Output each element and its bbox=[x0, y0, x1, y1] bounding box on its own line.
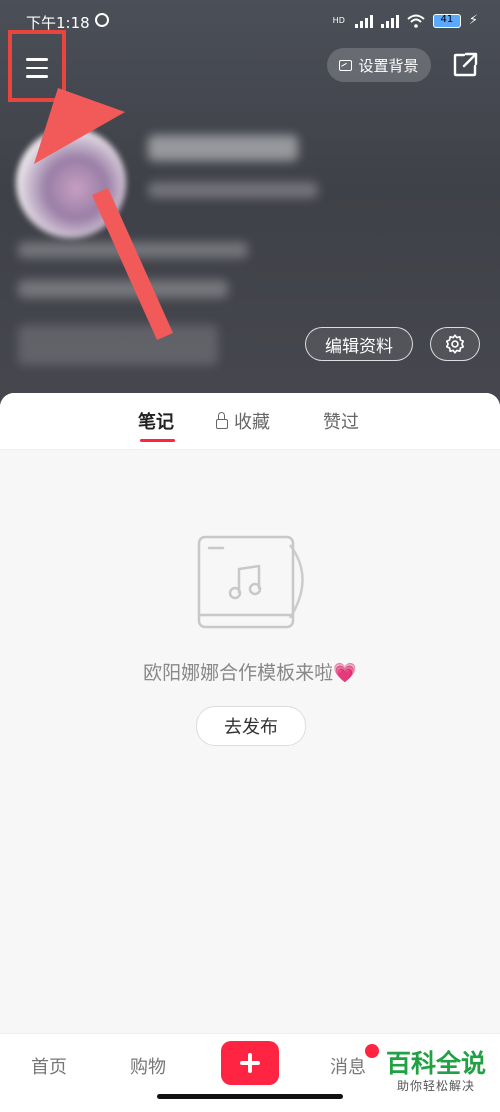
signal-icon bbox=[354, 14, 373, 28]
watermark-subtitle: 助你轻松解决 bbox=[396, 1079, 475, 1093]
wifi-icon bbox=[407, 14, 425, 28]
battery-level: 41 bbox=[440, 13, 454, 25]
create-post-button[interactable] bbox=[221, 1041, 279, 1085]
blurred-user-id bbox=[148, 182, 318, 198]
set-background-label: 设置背景 bbox=[358, 56, 419, 75]
image-icon bbox=[339, 59, 353, 71]
watermark-title: 百科全说 bbox=[385, 1049, 486, 1078]
bottom-navigation: 首页 购物 消息 百科全说 助你轻松解决 bbox=[0, 1033, 500, 1112]
nav-messages[interactable]: 消息 bbox=[330, 1053, 366, 1079]
nav-home[interactable]: 首页 bbox=[31, 1053, 67, 1079]
home-indicator[interactable] bbox=[157, 1094, 343, 1099]
blurred-username bbox=[148, 135, 298, 161]
heart-emoji: 💗 bbox=[333, 662, 357, 684]
active-tab-indicator bbox=[140, 439, 175, 442]
profile-tabs: 笔记 收藏 赞过 bbox=[0, 393, 500, 450]
blurred-bio bbox=[18, 242, 248, 258]
empty-state-message: 欧阳娜娜合作模板来啦💗 bbox=[0, 658, 500, 685]
charging-icon: ⚡ bbox=[468, 13, 478, 28]
profile-header: 下午1:18 HD 41 ⚡ 设置背景 编辑资料 bbox=[0, 0, 500, 420]
set-background-button[interactable]: 设置背景 bbox=[327, 48, 431, 82]
lock-icon bbox=[216, 411, 228, 429]
edit-profile-button[interactable]: 编辑资料 bbox=[305, 327, 413, 361]
tab-favorites[interactable]: 收藏 bbox=[216, 408, 270, 434]
content-card: 笔记 收藏 赞过 欧阳娜娜合作模板来啦💗 去发布 bbox=[0, 393, 500, 1033]
gear-icon bbox=[445, 334, 465, 354]
status-bar: 下午1:18 HD 41 ⚡ bbox=[0, 0, 500, 44]
battery-icon: 41 bbox=[432, 13, 461, 28]
avatar[interactable] bbox=[16, 128, 126, 238]
blurred-tags bbox=[18, 280, 228, 298]
music-album-icon bbox=[197, 535, 304, 629]
watermark: 百科全说 助你轻松解决 bbox=[376, 1050, 496, 1094]
tab-notes-label: 笔记 bbox=[138, 412, 174, 433]
share-icon[interactable] bbox=[452, 52, 478, 78]
alarm-icon bbox=[95, 13, 109, 27]
nav-shop[interactable]: 购物 bbox=[130, 1053, 166, 1079]
publish-button[interactable]: 去发布 bbox=[196, 706, 306, 746]
settings-button[interactable] bbox=[430, 327, 480, 361]
hamburger-menu-icon[interactable] bbox=[26, 58, 48, 84]
tab-liked-label: 赞过 bbox=[323, 412, 359, 433]
signal-icon-2 bbox=[380, 14, 399, 28]
status-icons: HD 41 ⚡ bbox=[333, 13, 478, 28]
menu-highlight-box[interactable] bbox=[8, 30, 66, 102]
tab-notes[interactable]: 笔记 bbox=[138, 408, 174, 434]
tab-favorites-label: 收藏 bbox=[234, 412, 270, 433]
hd-label: HD bbox=[332, 16, 345, 25]
tab-liked[interactable]: 赞过 bbox=[323, 408, 359, 434]
blurred-stats bbox=[18, 325, 218, 365]
empty-message-text: 欧阳娜娜合作模板来啦 bbox=[143, 662, 334, 684]
